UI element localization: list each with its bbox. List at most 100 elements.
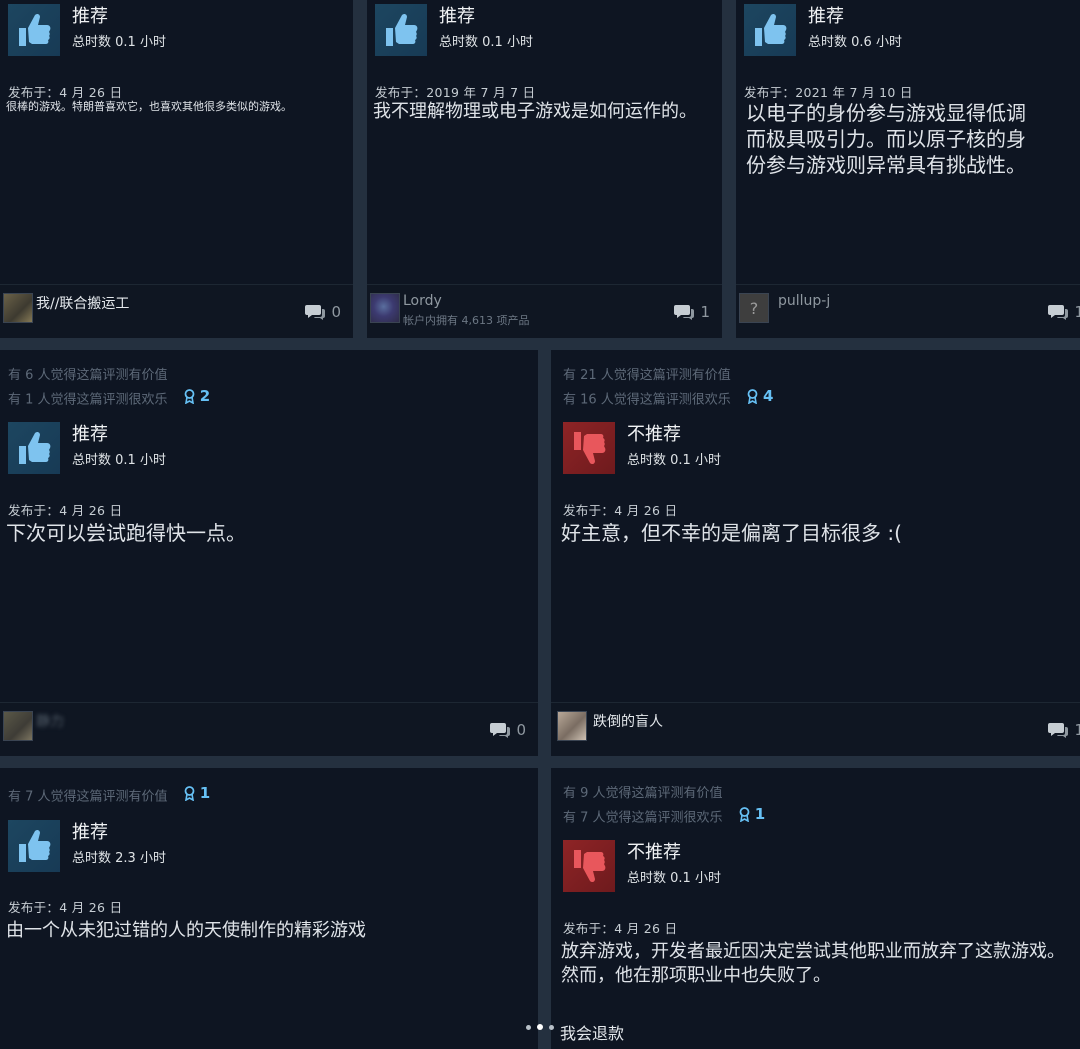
review-verdict: 不推荐 总时数 0.1 小时 — [563, 422, 721, 474]
comment-count[interactable]: 1 — [674, 303, 710, 321]
posted-date: 发布于：2019 年 7 月 7 日 — [375, 85, 536, 100]
author-name[interactable]: 静力 — [36, 711, 64, 731]
comment-count[interactable]: 1 — [1048, 303, 1080, 321]
comment-icon — [1048, 304, 1068, 320]
review-verdict: 推荐 总时数 0.6 小时 — [744, 4, 902, 56]
comment-count[interactable]: 0 — [305, 303, 341, 321]
avatar[interactable] — [557, 711, 587, 741]
verdict-title: 推荐 — [72, 822, 108, 843]
funny-count-text: 有 7 人觉得这篇评测很欢乐 — [563, 810, 723, 826]
comment-count-value: 1 — [1074, 303, 1080, 321]
comment-count-value: 1 — [1074, 721, 1080, 739]
review-verdict: 推荐 总时数 2.3 小时 — [8, 820, 166, 872]
review-verdict: 不推荐 总时数 0.1 小时 — [563, 840, 721, 892]
comment-count-value: 0 — [516, 721, 526, 739]
review-footer: 跌倒的盲人 1 — [551, 702, 1080, 756]
verdict-title: 推荐 — [72, 6, 108, 27]
review-text: 我不理解物理或电子游戏是如何运作的。 — [373, 101, 697, 122]
award-icon — [184, 389, 195, 404]
review-footer: ? pullup-j 1 — [736, 284, 1080, 338]
award-count[interactable]: 1 — [184, 784, 210, 802]
pager-dot[interactable] — [549, 1024, 554, 1030]
helpful-count-text: 有 7 人觉得这篇评测有价值 — [8, 789, 168, 805]
play-hours: 总时数 0.1 小时 — [72, 453, 166, 468]
funny-count: 有 7 人觉得这篇评测很欢乐 1 — [563, 805, 765, 826]
pager-dot-active[interactable] — [537, 1024, 543, 1030]
funny-count: 有 16 人觉得这篇评测很欢乐 4 — [563, 387, 773, 408]
thumbs-up-icon — [8, 820, 60, 872]
thumbs-up-icon — [8, 4, 60, 56]
review-card[interactable]: 推荐 总时数 0.6 小时 发布于：2021 年 7 月 10 日 以电子的身份… — [736, 0, 1080, 338]
funny-count: 有 1 人觉得这篇评测很欢乐 2 — [8, 387, 210, 408]
award-count[interactable]: 1 — [739, 805, 765, 823]
avatar-placeholder-icon[interactable]: ? — [739, 293, 769, 323]
thumbs-down-icon — [563, 422, 615, 474]
pager-dot[interactable] — [526, 1024, 531, 1030]
comment-icon — [305, 304, 325, 320]
play-hours: 总时数 0.1 小时 — [72, 35, 166, 50]
verdict-title: 不推荐 — [627, 424, 681, 445]
avatar[interactable] — [370, 293, 400, 323]
award-count[interactable]: 4 — [747, 387, 773, 405]
thumbs-up-icon — [375, 4, 427, 56]
award-value: 2 — [199, 387, 211, 405]
review-text: 放弃游戏，开发者最近因决定尝试其他职业而放弃了这款游戏。然而，他在那项职业中也失… — [561, 941, 1065, 986]
review-text: 以电子的身份参与游戏显得低调而极具吸引力。而以原子核的身份参与游戏则异常具有挑战… — [746, 101, 1026, 177]
posted-date: 发布于：4 月 26 日 — [8, 900, 123, 915]
posted-date: 发布于：4 月 26 日 — [563, 503, 678, 518]
thumbs-down-icon — [563, 840, 615, 892]
review-verdict: 推荐 总时数 0.1 小时 — [8, 4, 166, 56]
review-text: 下次可以尝试跑得快一点。 — [6, 521, 246, 545]
author-name[interactable]: 我//联合搬运工 — [36, 293, 129, 313]
posted-date: 发布于：4 月 26 日 — [8, 503, 123, 518]
review-card[interactable]: 推荐 总时数 0.1 小时 发布于：4 月 26 日 很棒的游戏。特朗普喜欢它，… — [0, 0, 353, 338]
avatar[interactable] — [3, 711, 33, 741]
refund-text: 我会退款 — [560, 1024, 625, 1043]
award-icon — [184, 786, 195, 801]
comment-count[interactable]: 1 — [1048, 721, 1080, 739]
review-footer: 静力 0 — [0, 702, 538, 756]
verdict-title: 不推荐 — [627, 842, 681, 863]
author-products: 帐户内拥有 4,613 项产品 — [403, 314, 530, 327]
thumbs-up-icon — [8, 422, 60, 474]
comment-count[interactable]: 0 — [490, 721, 526, 739]
author-name[interactable]: Lordy — [403, 293, 442, 309]
funny-count-text: 有 16 人觉得这篇评测很欢乐 — [563, 392, 731, 408]
helpful-count: 有 9 人觉得这篇评测有价值 — [563, 786, 723, 801]
posted-date: 发布于：2021 年 7 月 10 日 — [744, 85, 913, 100]
award-count[interactable]: 2 — [184, 387, 210, 405]
author-name[interactable]: 跌倒的盲人 — [593, 711, 663, 731]
award-icon — [747, 389, 758, 404]
posted-date: 发布于：4 月 26 日 — [563, 921, 678, 936]
verdict-title: 推荐 — [808, 6, 844, 27]
review-card[interactable]: 推荐 总时数 0.1 小时 发布于：2019 年 7 月 7 日 我不理解物理或… — [367, 0, 722, 338]
funny-count-text: 有 1 人觉得这篇评测很欢乐 — [8, 392, 168, 408]
award-value: 1 — [754, 805, 766, 823]
comment-count-value: 1 — [700, 303, 710, 321]
comment-icon — [490, 722, 510, 738]
carousel-pager[interactable] — [526, 1024, 554, 1030]
comment-icon — [674, 304, 694, 320]
comment-count-value: 0 — [331, 303, 341, 321]
author-name[interactable]: pullup-j — [778, 293, 830, 309]
review-text: 很棒的游戏。特朗普喜欢它，也喜欢其他很多类似的游戏。 — [6, 100, 292, 113]
review-text: 好主意，但不幸的是偏离了目标很多 :( — [561, 521, 902, 545]
helpful-count: 有 7 人觉得这篇评测有价值 1 — [8, 784, 210, 805]
review-card[interactable]: 有 7 人觉得这篇评测有价值 1 推荐 总时数 2.3 小时 发布于：4 月 2… — [0, 768, 538, 1049]
review-card[interactable]: 有 9 人觉得这篇评测有价值 有 7 人觉得这篇评测很欢乐 1 不推荐 总时数 … — [551, 768, 1080, 1049]
review-card[interactable]: 有 21 人觉得这篇评测有价值 有 16 人觉得这篇评测很欢乐 4 不推荐 总时… — [551, 350, 1080, 756]
play-hours: 总时数 0.1 小时 — [439, 35, 533, 50]
verdict-title: 推荐 — [439, 6, 475, 27]
award-value: 4 — [762, 387, 774, 405]
review-card[interactable]: 有 6 人觉得这篇评测有价值 有 1 人觉得这篇评测很欢乐 2 推荐 总时数 0… — [0, 350, 538, 756]
thumbs-up-icon — [744, 4, 796, 56]
play-hours: 总时数 2.3 小时 — [72, 851, 166, 866]
play-hours: 总时数 0.1 小时 — [627, 871, 721, 886]
comment-icon — [1048, 722, 1068, 738]
avatar[interactable] — [3, 293, 33, 323]
review-verdict: 推荐 总时数 0.1 小时 — [375, 4, 533, 56]
play-hours: 总时数 0.1 小时 — [627, 453, 721, 468]
helpful-count: 有 6 人觉得这篇评测有价值 — [8, 368, 168, 383]
review-footer: 我//联合搬运工 0 — [0, 284, 353, 338]
helpful-count: 有 21 人觉得这篇评测有价值 — [563, 368, 731, 383]
